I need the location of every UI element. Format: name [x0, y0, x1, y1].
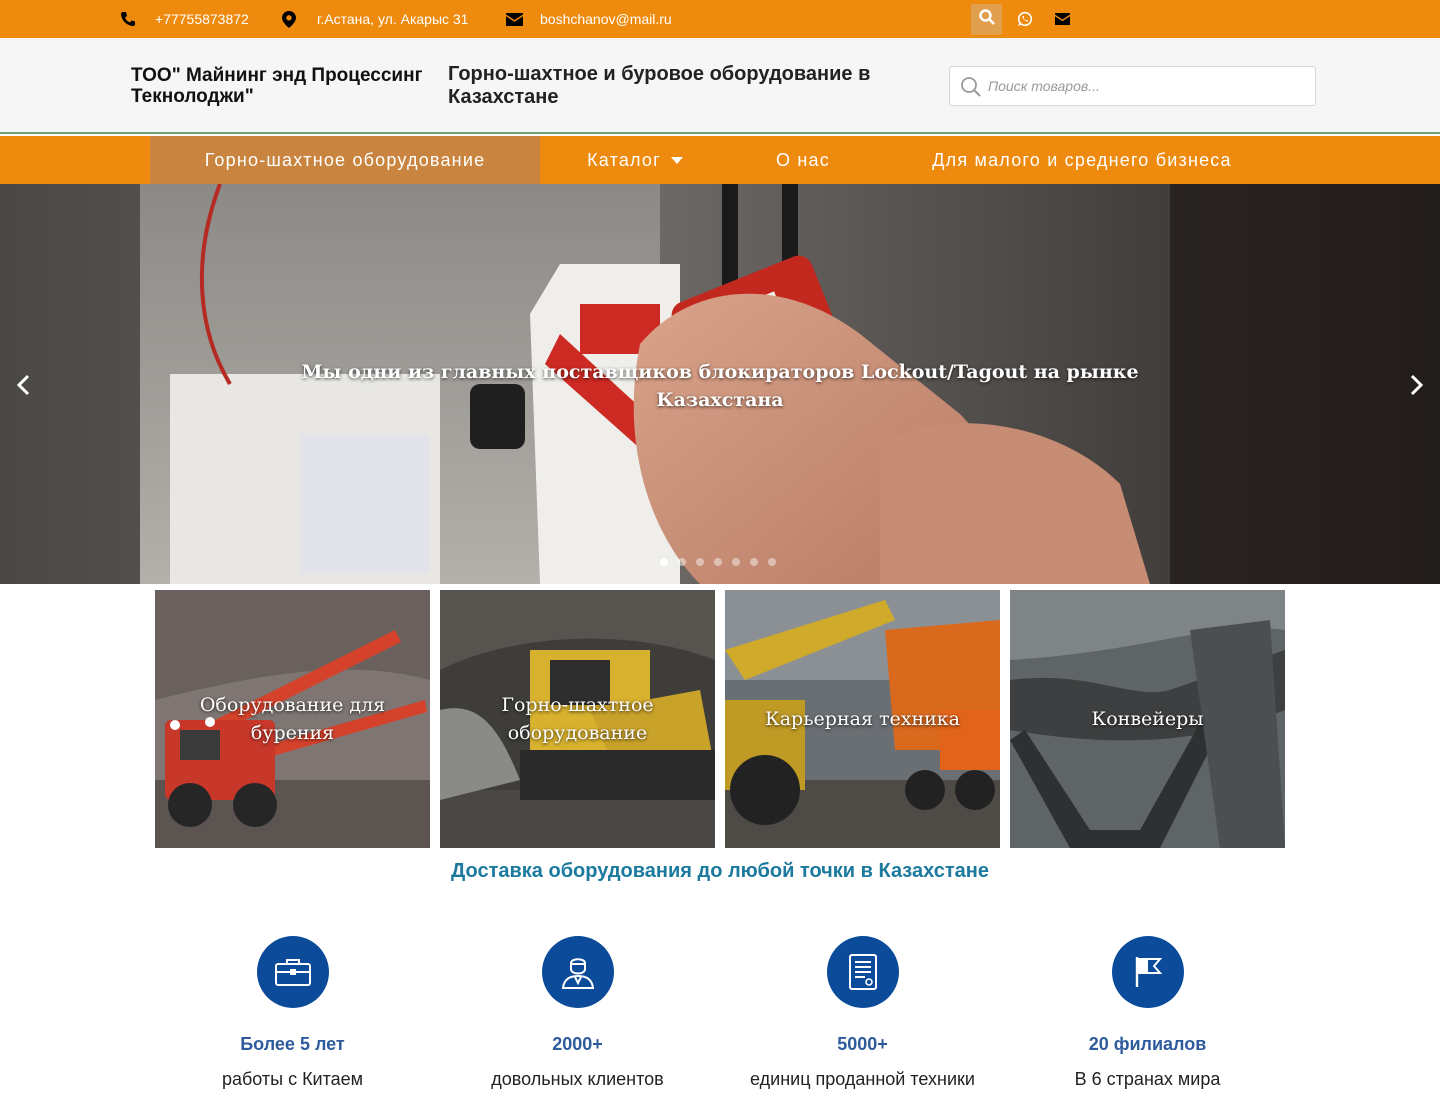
- email-link[interactable]: boshchanov@mail.ru: [540, 0, 672, 38]
- feature-title: 20 филиалов: [1088, 1034, 1207, 1054]
- nav-item-label: Каталог: [587, 149, 661, 170]
- search-icon: [960, 76, 982, 103]
- map-marker-icon: [273, 0, 305, 38]
- feature-experience: Более 5 лет работы с Китаем: [150, 936, 435, 1090]
- nav-item-label: Для малого и среднего бизнеса: [932, 149, 1232, 170]
- category-label: Оборудование для бурения: [199, 694, 386, 744]
- site-tagline: Горно-шахтное и буровое оборудование в К…: [448, 63, 871, 108]
- nav-item-label: Горно-шахтное оборудование: [204, 149, 486, 170]
- feature-title: Более 5 лет: [240, 1034, 345, 1054]
- flag-icon: [1134, 956, 1162, 988]
- slider-dot[interactable]: [696, 558, 704, 566]
- search-button[interactable]: [971, 4, 1002, 35]
- slider-dot[interactable]: [750, 558, 758, 566]
- feature-clients: 2000+ довольных клиентов: [435, 936, 720, 1090]
- document-icon: [848, 954, 877, 990]
- address-text: г.Астана, ул. Акарыс 31: [317, 11, 469, 27]
- user-icon: [561, 955, 595, 989]
- phone-link[interactable]: +77755873872: [155, 0, 249, 38]
- category-tile-conveyors[interactable]: Конвейеры: [1010, 590, 1285, 848]
- feature-icon-circle: [826, 936, 899, 1008]
- feature-subtitle: единиц проданной техники: [750, 1069, 975, 1089]
- feature-subtitle: работы с Китаем: [221, 1069, 364, 1089]
- envelope-icon[interactable]: [1046, 0, 1078, 38]
- slider-prev-button[interactable]: [8, 370, 38, 400]
- feature-icon-circle: [541, 936, 614, 1008]
- feature-subtitle: В 6 странах мира: [1074, 1069, 1221, 1089]
- feature-subtitle: довольных клиентов: [491, 1069, 664, 1089]
- slider-dot[interactable]: [732, 558, 740, 566]
- hero-slider[interactable]: Мы одни из главных поставщиков блокирато…: [0, 184, 1440, 584]
- slider-dot[interactable]: [714, 558, 722, 566]
- hero-title: Мы одни из главных поставщиков блокирато…: [301, 361, 1139, 411]
- slider-next-button[interactable]: [1402, 370, 1432, 400]
- phone-icon: [112, 0, 144, 38]
- nav-item-about[interactable]: О нас: [755, 136, 851, 184]
- category-label: Конвейеры: [1091, 708, 1204, 730]
- main-nav: Горно-шахтное оборудование Каталог О нас…: [0, 136, 1440, 184]
- category-label: Карьерная техника: [765, 708, 960, 730]
- slider-pagination: [660, 558, 776, 566]
- feature-branches: 20 филиалов В 6 странах мира: [1005, 936, 1290, 1090]
- feature-title: 2000+: [552, 1034, 603, 1054]
- envelope-icon: [498, 0, 530, 38]
- product-search[interactable]: [949, 66, 1316, 106]
- top-bar: +77755873872 г.Астана, ул. Акарыс 31 bos…: [0, 0, 1440, 38]
- category-tile-quarry[interactable]: Карьерная техника: [725, 590, 1000, 848]
- search-icon: [978, 9, 995, 30]
- briefcase-icon: [274, 958, 311, 986]
- slider-dot[interactable]: [678, 558, 686, 566]
- search-input[interactable]: [988, 67, 1308, 105]
- feature-title: 5000+: [837, 1034, 888, 1054]
- category-label: Горно-шахтное оборудование: [501, 694, 654, 744]
- feature-icon-circle: [256, 936, 329, 1008]
- caret-down-icon: [670, 156, 683, 164]
- category-tile-mining[interactable]: Горно-шахтное оборудование: [440, 590, 715, 848]
- feature-icon-circle: [1111, 936, 1184, 1008]
- slider-dot[interactable]: [660, 558, 668, 566]
- nav-item-mining-equipment[interactable]: Горно-шахтное оборудование: [150, 136, 540, 184]
- company-name[interactable]: ТОО" Майнинг энд Процессинг Текнолоджи": [131, 65, 431, 107]
- feature-sold-units: 5000+ единиц проданной техники: [720, 936, 1005, 1090]
- delivery-heading: Доставка оборудования до любой точки в К…: [451, 860, 989, 882]
- nav-item-catalog[interactable]: Каталог: [570, 136, 700, 184]
- site-header: ТОО" Майнинг энд Процессинг Текнолоджи" …: [0, 38, 1440, 134]
- whatsapp-icon[interactable]: [1009, 0, 1041, 38]
- chevron-left-icon: [16, 374, 30, 396]
- category-tile-drilling[interactable]: Оборудование для бурения: [155, 590, 430, 848]
- chevron-right-icon: [1410, 374, 1424, 396]
- nav-item-label: О нас: [776, 149, 830, 170]
- slider-dot[interactable]: [768, 558, 776, 566]
- nav-item-smb[interactable]: Для малого и среднего бизнеса: [905, 136, 1259, 184]
